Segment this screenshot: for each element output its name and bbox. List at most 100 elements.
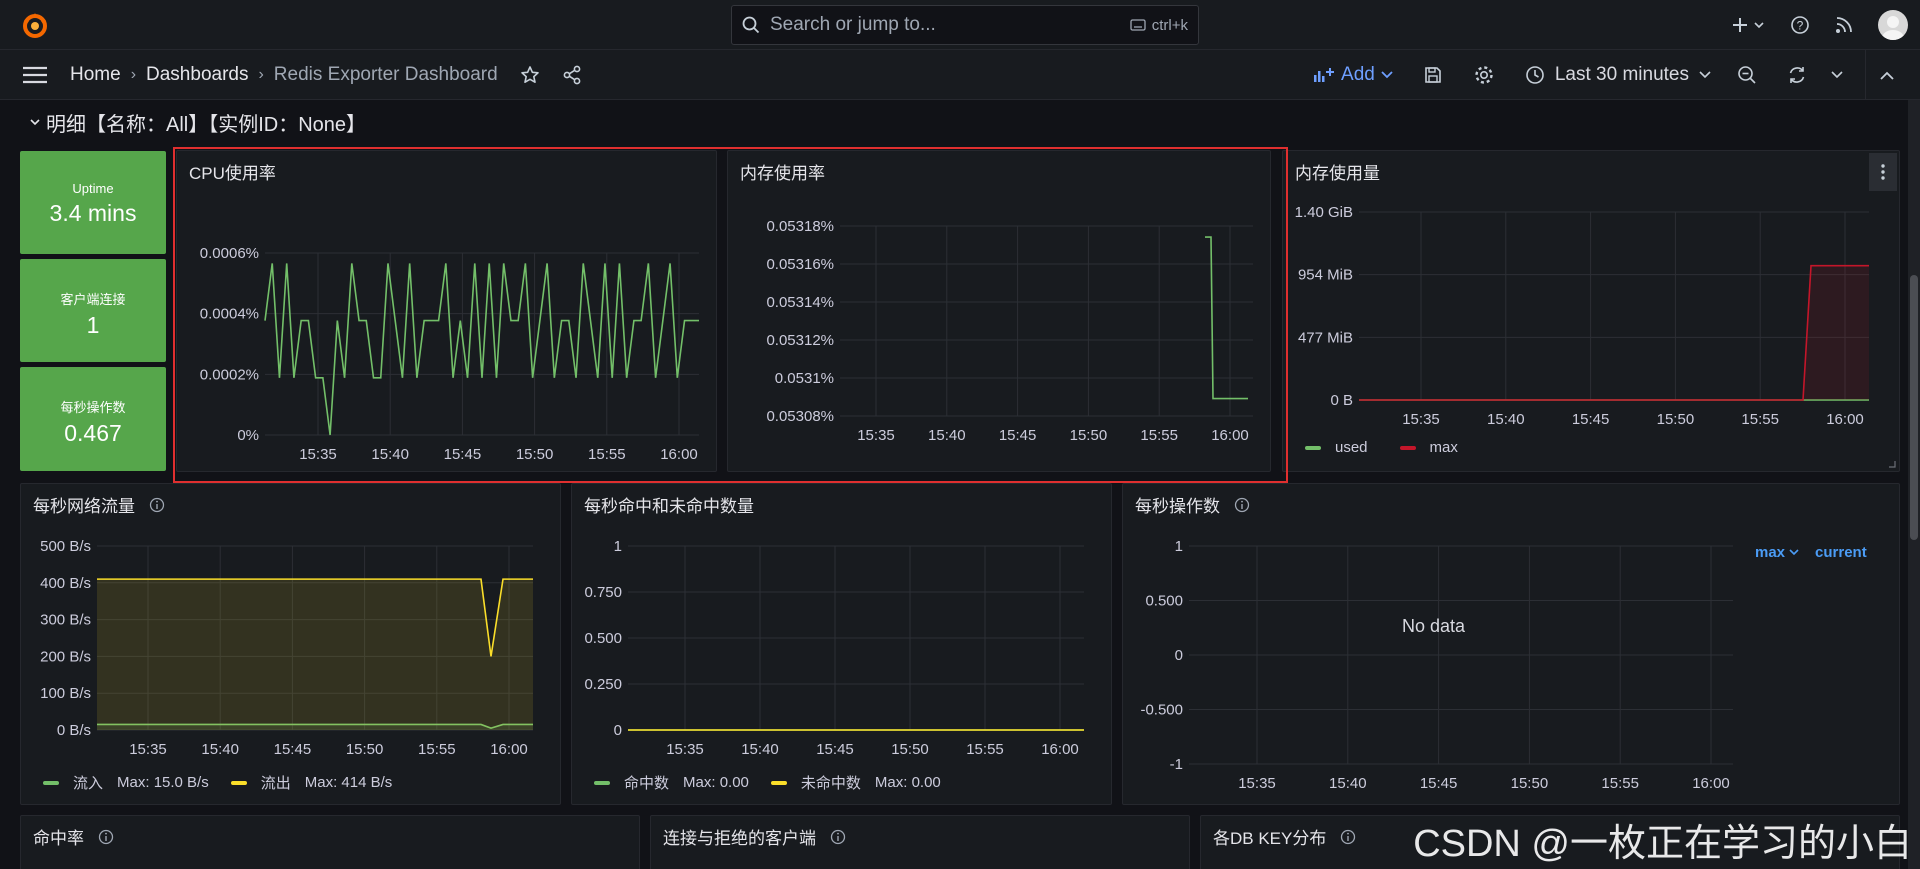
x-tick-label: 15:40 [928, 427, 966, 444]
grafana-logo-icon[interactable] [20, 10, 50, 40]
panel-hits-misses[interactable]: 每秒命中和未命中数量 0 0.250 0.500 0.750 1 15:35 15:40 15… [571, 483, 1112, 805]
zoom-out-icon[interactable] [1737, 65, 1757, 85]
panel-cpu-usage[interactable]: CPU使用率 0% 0.0002% 0.0004% 0.0006% 15:35 15:40… [176, 150, 717, 472]
info-icon[interactable] [98, 829, 114, 845]
stat-ops-per-second[interactable]: 每秒操作数 0.467 [20, 367, 166, 471]
user-avatar[interactable] [1878, 10, 1908, 40]
y-tick-label: 0 [1175, 647, 1183, 664]
x-tick-label: 16:00 [1826, 411, 1864, 428]
y-tick-label: -1 [1170, 756, 1183, 773]
panel-title-text: 各DB KEY分布 [1213, 829, 1327, 848]
legend-stat: Max: 15.0 B/s [117, 774, 209, 791]
collapse-chevron-up-icon[interactable] [1880, 71, 1894, 80]
info-icon[interactable] [1340, 829, 1356, 845]
refresh-interval-chevron-down-icon[interactable] [1831, 71, 1843, 79]
breadcrumb-home[interactable]: Home [70, 64, 121, 86]
y-tick-label: 100 B/s [40, 685, 91, 702]
panel-title-text: 命中率 [33, 829, 84, 848]
legend-column-current[interactable]: current [1815, 544, 1867, 561]
y-tick-label: 0 [614, 722, 622, 739]
add-button[interactable]: Add [1313, 64, 1393, 86]
watermark-text: CSDN @一枚正在学习的小白 [1413, 823, 1912, 865]
keyboard-icon [1130, 19, 1146, 31]
top-right-actions: ? [1732, 0, 1908, 50]
settings-gear-icon[interactable] [1473, 64, 1495, 86]
search-input[interactable]: Search or jump to... ctrl+k [731, 5, 1199, 45]
legend-label: used [1335, 439, 1368, 456]
panel-memory-used[interactable]: 内存使用量 0 B 477 MiB 954 MiB 1.40 GiB 15:35 15:4… [1282, 150, 1900, 472]
panel-hit-rate[interactable]: 命中率 [20, 815, 640, 869]
breadcrumb-separator: › [130, 66, 137, 83]
new-menu-button[interactable] [1732, 16, 1766, 34]
chart-legend: 命中数 Max: 0.00 未命中数 Max: 0.00 [594, 772, 941, 793]
row-header[interactable]: 明细【名称：All】【实例ID：None】 [30, 108, 366, 137]
legend-swatch [594, 780, 610, 785]
panel-network-traffic[interactable]: 每秒网络流量 0 B/s 100 B/s 200 B/s 300 B/s 400 B/s… [20, 483, 561, 805]
x-tick-label: 16:00 [490, 741, 528, 758]
y-tick-label: 0.05312% [766, 332, 834, 349]
y-tick-label: 0.0531% [775, 370, 834, 387]
dashboard-nav-bar: Home › Dashboards › Redis Exporter Dashb… [0, 50, 1920, 100]
panel-ops-per-second[interactable]: 每秒操作数 -1 -0.500 0 0.500 1 15:35 15:40 15:45 15:5… [1122, 483, 1900, 805]
menu-hamburger-icon[interactable] [22, 65, 48, 85]
x-tick-label: 15:45 [816, 741, 854, 758]
stat-uptime[interactable]: Uptime 3.4 mins [20, 151, 166, 254]
legend-label: 命中数 [624, 775, 670, 792]
legend-swatch [230, 780, 247, 785]
legend-swatch [770, 780, 787, 785]
legend-item-hits[interactable]: 命中数 Max: 0.00 [594, 772, 749, 793]
panel-connected-rejected-clients[interactable]: 连接与拒绝的客户端 [650, 815, 1190, 869]
y-tick-label: 0 B/s [57, 722, 91, 739]
stat-value: 1 [86, 312, 100, 338]
memory-usage-rate-chart: 0.05308% 0.0531% 0.05312% 0.05314% 0.05316% 0… [766, 218, 1253, 444]
legend-item-max[interactable]: max [1399, 439, 1458, 456]
row-title: 明细【名称：All】【实例ID：None】 [46, 114, 367, 136]
panel-memory-usage-rate[interactable]: 内存使用率 0.05308% 0.0531% 0.05312% 0.05314% 0.0… [727, 150, 1271, 472]
refresh-icon[interactable] [1787, 65, 1807, 85]
save-dashboard-icon[interactable] [1423, 65, 1443, 85]
share-icon[interactable] [562, 65, 582, 85]
series-line [1205, 236, 1248, 400]
series-area [1359, 265, 1869, 400]
y-tick-label: 200 B/s [40, 648, 91, 665]
x-tick-label: 15:50 [891, 741, 929, 758]
rss-news-icon[interactable] [1834, 15, 1854, 35]
y-tick-label: 0 B [1330, 392, 1353, 409]
star-icon[interactable] [520, 65, 540, 85]
hits-misses-chart: 0 0.250 0.500 0.750 1 15:35 15:40 15:45 15:50 15:… [584, 538, 1084, 758]
chevron-down-icon [1699, 71, 1711, 79]
x-tick-label: 15:35 [1238, 775, 1276, 792]
chart-legend: 流入 Max: 15.0 B/s 流出 Max: 414 B/s [43, 772, 392, 793]
y-tick-label: -0.500 [1140, 702, 1183, 719]
time-range-picker[interactable]: Last 30 minutes [1525, 64, 1711, 86]
x-tick-label: 15:45 [274, 741, 312, 758]
legend-item-inbound[interactable]: 流入 Max: 15.0 B/s [43, 772, 209, 793]
x-tick-label: 15:50 [1070, 427, 1108, 444]
breadcrumb-separator: › [258, 66, 264, 83]
legend-item-misses[interactable]: 未命中数 Max: 0.00 [770, 772, 941, 793]
legend-label: 流入 [73, 775, 104, 792]
legend-item-outbound[interactable]: 流出 Max: 414 B/s [230, 772, 392, 793]
breadcrumb-dashboards[interactable]: Dashboards [146, 64, 248, 86]
stat-client-connections[interactable]: 客户端连接 1 [20, 259, 166, 362]
search-icon [742, 16, 760, 34]
help-icon[interactable]: ? [1790, 15, 1810, 35]
x-tick-label: 15:55 [588, 446, 626, 463]
legend-label: 流出 [260, 775, 291, 792]
legend-item-used[interactable]: used [1305, 439, 1368, 456]
x-tick-label: 15:55 [1601, 775, 1639, 792]
scrollbar-thumb[interactable] [1910, 275, 1918, 540]
legend-sort-max[interactable]: max [1755, 544, 1799, 561]
page-scrollbar[interactable] [1908, 100, 1920, 869]
y-tick-label: 0.250 [584, 676, 622, 693]
x-tick-label: 15:50 [516, 446, 554, 463]
x-tick-label: 15:40 [741, 741, 779, 758]
y-tick-label: 1 [614, 538, 622, 555]
legend-swatch [1399, 445, 1416, 450]
info-icon[interactable] [830, 829, 846, 845]
y-tick-label: 0.750 [584, 584, 622, 601]
y-tick-label: 500 B/s [40, 538, 91, 555]
x-tick-label: 15:40 [1329, 775, 1367, 792]
resize-handle-icon[interactable] [1888, 460, 1896, 468]
x-tick-label: 16:00 [660, 446, 698, 463]
